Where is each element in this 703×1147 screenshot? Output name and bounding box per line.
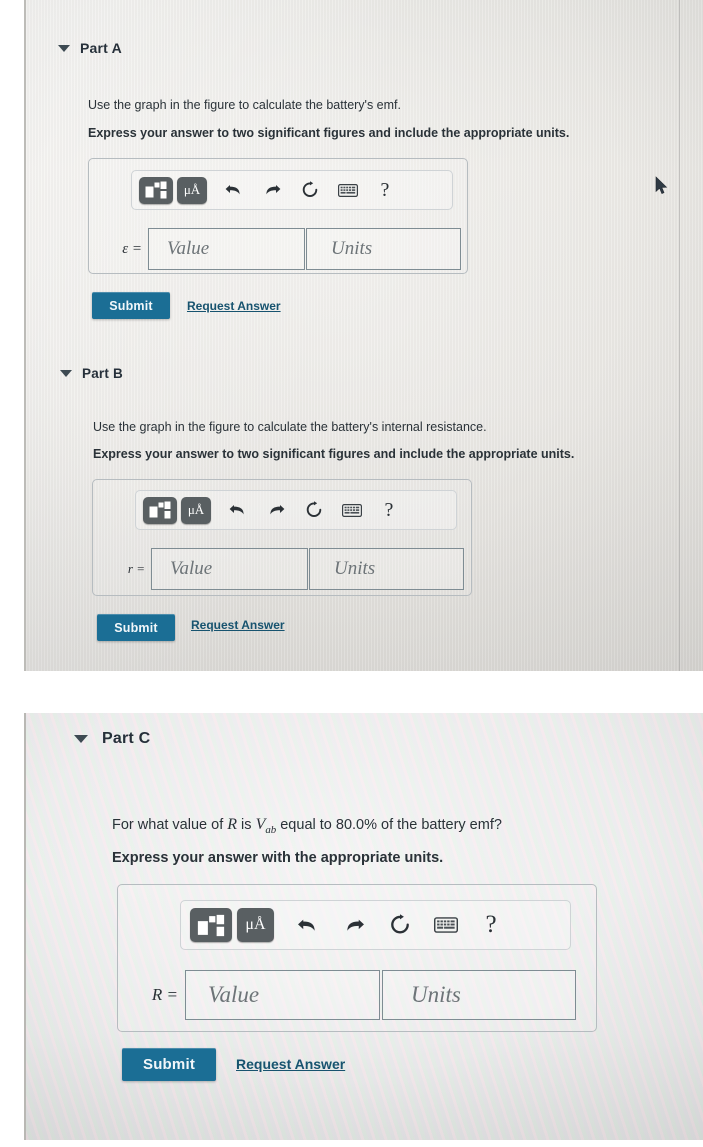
redo-icon[interactable] bbox=[261, 495, 291, 525]
units-icon-label: μÅ bbox=[245, 916, 266, 933]
vab-subscript: ab bbox=[265, 824, 277, 837]
collapse-triangle-icon[interactable] bbox=[58, 44, 70, 52]
keyboard-icon[interactable] bbox=[337, 495, 367, 525]
part-b-value-placeholder: Value bbox=[170, 558, 213, 579]
reset-icon[interactable] bbox=[382, 907, 418, 943]
part-b-submit-button[interactable]: Submit bbox=[97, 614, 175, 641]
part-b-header[interactable]: Part B bbox=[60, 366, 123, 381]
part-c-title: Part C bbox=[102, 730, 151, 747]
part-b-prompt: Use the graph in the figure to calculate… bbox=[93, 420, 487, 434]
part-a-value-input[interactable]: Value bbox=[148, 228, 305, 270]
units-mu-angstrom-icon[interactable]: μÅ bbox=[177, 176, 207, 204]
redo-icon[interactable] bbox=[336, 907, 372, 943]
part-a-submit-button[interactable]: Submit bbox=[92, 292, 170, 319]
reset-icon[interactable] bbox=[299, 495, 329, 525]
part-a-toolbar: μÅ ? bbox=[131, 170, 453, 210]
part-a-instruction: Express your answer to two significant f… bbox=[88, 126, 570, 140]
part-c-variable-vab: Vab bbox=[255, 816, 277, 837]
part-c-value-input[interactable]: Value bbox=[185, 970, 380, 1020]
part-a-title: Part A bbox=[80, 40, 122, 56]
part-a-value-placeholder: Value bbox=[167, 238, 210, 259]
part-c-units-input[interactable]: Units bbox=[382, 970, 576, 1020]
units-mu-angstrom-icon[interactable]: μÅ bbox=[237, 908, 274, 942]
undo-icon[interactable] bbox=[290, 907, 326, 943]
units-mu-angstrom-icon[interactable]: μÅ bbox=[181, 496, 211, 524]
part-c-field-label: R = bbox=[151, 985, 178, 1004]
part-b-units-placeholder: Units bbox=[334, 558, 376, 579]
part-c-value-placeholder: Value bbox=[208, 982, 260, 1007]
collapse-triangle-icon[interactable] bbox=[60, 370, 72, 377]
part-b-field-row: r = Value Units bbox=[103, 548, 464, 590]
part-c-prompt-pre: For what value of bbox=[112, 817, 228, 833]
keyboard-icon[interactable] bbox=[333, 175, 363, 205]
part-b-instruction: Express your answer to two significant f… bbox=[93, 447, 575, 461]
part-c-header[interactable]: Part C bbox=[74, 730, 150, 748]
help-icon-glyph: ? bbox=[485, 911, 497, 938]
part-a-request-answer-link[interactable]: Request Answer bbox=[187, 299, 281, 313]
undo-icon[interactable] bbox=[223, 495, 253, 525]
part-c-prompt-post: equal to 80.0% of the battery emf? bbox=[276, 817, 502, 833]
part-c-toolbar: μÅ ? bbox=[180, 900, 571, 950]
panel-right-edge bbox=[679, 0, 680, 671]
units-icon-label: μÅ bbox=[187, 502, 205, 517]
part-c-prompt: For what value of R is Vab equal to 80.0… bbox=[112, 813, 652, 839]
reset-icon[interactable] bbox=[295, 175, 325, 205]
part-a-units-input[interactable]: Units bbox=[306, 228, 461, 270]
part-b-title: Part B bbox=[82, 366, 123, 381]
collapse-triangle-icon[interactable] bbox=[74, 735, 88, 743]
redo-icon[interactable] bbox=[257, 175, 287, 205]
part-b-field-label: r = bbox=[127, 561, 145, 576]
help-icon[interactable]: ? bbox=[371, 175, 399, 205]
part-c-prompt-mid: is bbox=[237, 817, 256, 833]
template-answer-icon[interactable] bbox=[190, 908, 232, 942]
help-icon-glyph: ? bbox=[380, 178, 390, 201]
part-b-value-input[interactable]: Value bbox=[151, 548, 308, 590]
template-answer-icon[interactable] bbox=[139, 176, 173, 204]
part-b-toolbar: μÅ ? bbox=[135, 490, 457, 530]
part-c-submit-button[interactable]: Submit bbox=[122, 1048, 216, 1081]
undo-icon[interactable] bbox=[219, 175, 249, 205]
part-b-units-input[interactable]: Units bbox=[309, 548, 464, 590]
help-icon-glyph: ? bbox=[384, 498, 394, 521]
help-icon[interactable]: ? bbox=[375, 495, 403, 525]
part-c-units-placeholder: Units bbox=[411, 982, 461, 1007]
part-a-units-placeholder: Units bbox=[331, 238, 373, 259]
part-a-header[interactable]: Part A bbox=[58, 40, 122, 56]
template-answer-icon[interactable] bbox=[143, 496, 177, 524]
keyboard-icon[interactable] bbox=[428, 907, 464, 943]
vab-base: V bbox=[255, 816, 266, 833]
units-icon-label: μÅ bbox=[183, 182, 201, 197]
part-a-prompt: Use the graph in the figure to calculate… bbox=[88, 98, 401, 112]
help-icon[interactable]: ? bbox=[474, 907, 508, 943]
part-c-instruction: Express your answer with the appropriate… bbox=[112, 850, 444, 866]
part-c-request-answer-link[interactable]: Request Answer bbox=[236, 1056, 345, 1072]
mouse-cursor-icon bbox=[655, 176, 669, 196]
part-a-field-row: ε = Value Units bbox=[100, 228, 461, 270]
part-a-field-label: ε = bbox=[122, 240, 142, 257]
part-c-field-row: R = Value Units bbox=[130, 970, 576, 1020]
part-c-variable-r: R bbox=[227, 816, 238, 833]
part-b-request-answer-link[interactable]: Request Answer bbox=[191, 618, 285, 632]
